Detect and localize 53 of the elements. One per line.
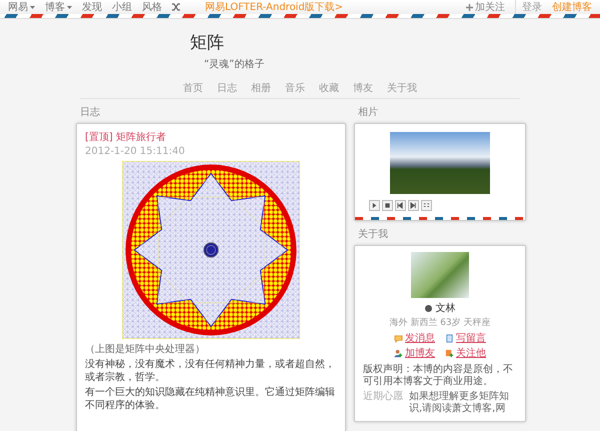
section-heading: 关于我 (358, 228, 389, 241)
grid-icon (423, 202, 430, 209)
previous-icon (397, 202, 404, 209)
copyright-notice: 版权声明：本博的内容是原创，不可引用本博客文于商业用途。 (363, 364, 514, 388)
slideshow-control[interactable] (395, 200, 406, 211)
create-blog-link[interactable]: 创建博客 (552, 0, 592, 14)
nav-link[interactable]: 关于我 (387, 81, 417, 95)
wish-label: 近期心愿 (363, 391, 403, 404)
nav-link[interactable]: 收藏 (319, 81, 339, 95)
top-menu-item[interactable]: 博客 (45, 0, 72, 14)
slideshow-control[interactable] (421, 200, 432, 211)
plus-icon (466, 4, 473, 10)
clipboard-icon (445, 334, 454, 342)
blog-subtitle: “灵魂”的格子 (203, 58, 266, 71)
top-menu-item[interactable]: 发现 (82, 0, 102, 14)
post-date: 2012-1-20 15:11:40 (85, 146, 186, 157)
section-heading: 相片 (358, 106, 379, 119)
post-title[interactable]: [置顶] 矩阵旅行者 (85, 130, 337, 144)
section-heading: 日志 (80, 106, 101, 119)
post-paragraph: 有一个巨大的知识隐藏在纯精神意识里。它通过矩阵编辑不同程序的体验。 (85, 386, 336, 412)
next-icon (410, 202, 417, 209)
photo-placeholder (411, 252, 469, 298)
top-menu-item[interactable]: 网易 (8, 0, 35, 14)
nav-link[interactable]: 首页 (183, 81, 203, 95)
profile-action-link[interactable]: 加博友 (405, 346, 435, 360)
caret-icon (67, 6, 72, 8)
wish-text: 如果想理解更多矩阵知识,请阅读萧文博客,网 (409, 391, 510, 415)
post-paragraph: 没有神秘，没有魔术，没有任何精神力量，或者超自然，或者宗教，哲学。 (85, 358, 336, 384)
blog-title: 矩阵 (190, 32, 225, 54)
profile-details: 海外 新西兰 63岁 天秤座 (388, 316, 492, 329)
slideshow-control[interactable] (382, 200, 393, 211)
avatar-icon (424, 304, 432, 312)
nav-link[interactable]: 音乐 (285, 81, 305, 95)
play-icon (371, 202, 378, 209)
profile-name: 文林 (436, 302, 456, 315)
image-caption: （上图是矩阵中央处理器） (85, 342, 206, 356)
nav-link[interactable]: 相册 (251, 81, 271, 95)
caret-icon (30, 6, 35, 8)
slideshow-control[interactable] (369, 200, 380, 211)
nav-link[interactable]: 博友 (353, 81, 373, 95)
add-follow-icon (445, 348, 454, 358)
add-person-icon (394, 348, 403, 358)
slideshow-control[interactable] (408, 200, 419, 211)
speech-bubble-icon (394, 334, 403, 342)
profile-action-link[interactable]: 发消息 (405, 331, 435, 345)
follow-link[interactable]: 加关注 (466, 0, 505, 14)
profile-action-link[interactable]: 关注他 (456, 346, 486, 360)
top-menu-item[interactable]: 风格 (142, 0, 162, 14)
stop-icon (384, 202, 391, 209)
top-menu-item[interactable]: 小组 (112, 0, 132, 14)
nav-link[interactable]: 日志 (217, 81, 237, 95)
promo-link[interactable]: 网易LOFTER-Android版下载> (205, 0, 344, 14)
profile-action-link[interactable]: 写留言 (456, 331, 486, 345)
